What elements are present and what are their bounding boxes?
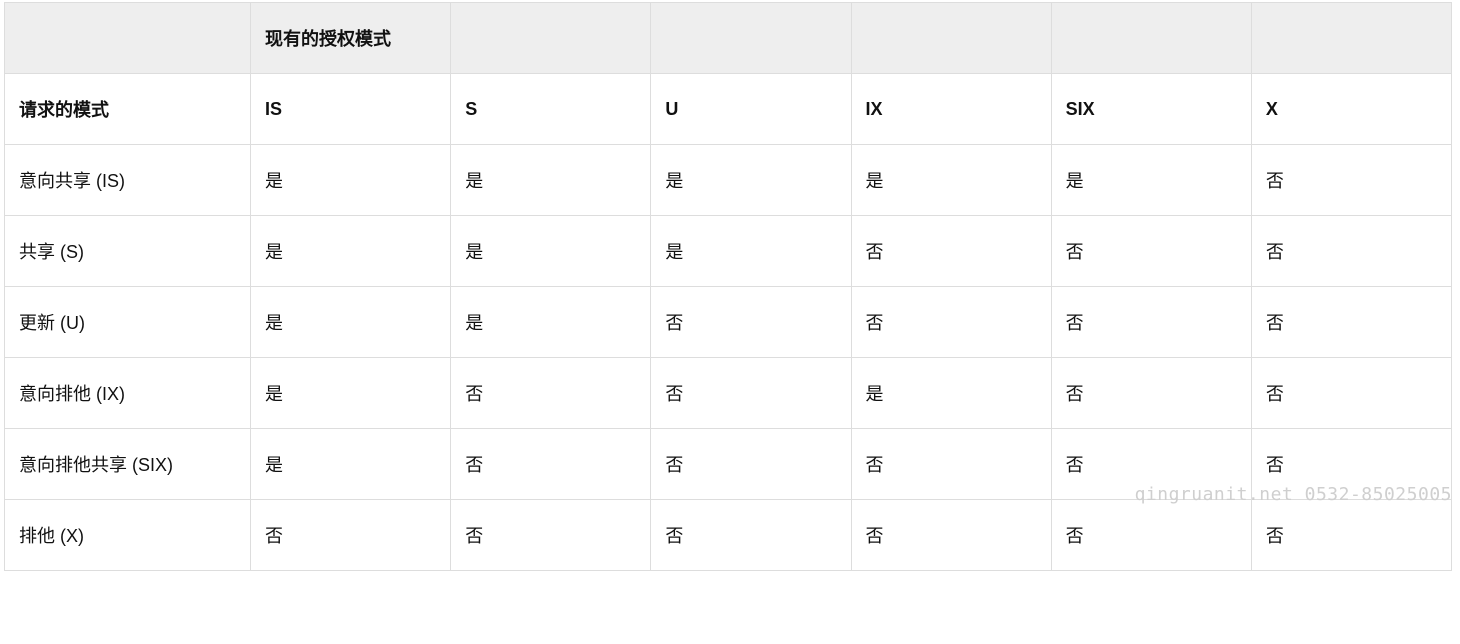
table-cell: 否 [851, 216, 1051, 287]
table-cell: 是 [251, 358, 451, 429]
row-label: 请求的模式 [5, 74, 251, 145]
table-row: 意向共享 (IS)是是是是是否 [5, 145, 1452, 216]
table-cell: 是 [851, 145, 1051, 216]
table-cell: 是 [651, 145, 851, 216]
table-cell: 否 [1251, 145, 1451, 216]
header-cell [1051, 3, 1251, 74]
table-cell: 否 [1051, 216, 1251, 287]
header-cell [651, 3, 851, 74]
table-cell: 否 [1251, 358, 1451, 429]
table-cell: 是 [651, 216, 851, 287]
table-cell: 否 [1051, 287, 1251, 358]
table-cell: 否 [451, 358, 651, 429]
table-cell: 否 [1251, 216, 1451, 287]
table-row: 请求的模式ISSUIXSIXX [5, 74, 1452, 145]
table-cell: 否 [651, 287, 851, 358]
table-cell: 否 [251, 500, 451, 571]
table-cell: 否 [1251, 429, 1451, 500]
table-cell: 否 [451, 429, 651, 500]
table-cell: 是 [451, 287, 651, 358]
table-cell: X [1251, 74, 1451, 145]
table-cell: IX [851, 74, 1051, 145]
table-cell: 否 [1251, 500, 1451, 571]
table-cell: 是 [251, 145, 451, 216]
table-cell: 否 [451, 500, 651, 571]
table-cell: IS [251, 74, 451, 145]
row-label: 共享 (S) [5, 216, 251, 287]
table-row: 更新 (U)是是否否否否 [5, 287, 1452, 358]
lock-compatibility-table: 现有的授权模式 请求的模式ISSUIXSIXX意向共享 (IS)是是是是是否共享… [4, 2, 1452, 571]
header-cell [5, 3, 251, 74]
table-cell: 否 [851, 287, 1051, 358]
table-cell: 是 [851, 358, 1051, 429]
header-cell: 现有的授权模式 [251, 3, 451, 74]
table-cell: 是 [251, 287, 451, 358]
header-cell [451, 3, 651, 74]
row-label: 意向排他共享 (SIX) [5, 429, 251, 500]
table-cell: 否 [651, 500, 851, 571]
header-cell [1251, 3, 1451, 74]
table-cell: 否 [1251, 287, 1451, 358]
table-cell: 否 [651, 358, 851, 429]
row-label: 意向排他 (IX) [5, 358, 251, 429]
table-cell: SIX [1051, 74, 1251, 145]
table-cell: 否 [851, 500, 1051, 571]
table-cell: 否 [1051, 358, 1251, 429]
table-cell: 是 [251, 216, 451, 287]
row-label: 意向共享 (IS) [5, 145, 251, 216]
table-row: 意向排他 (IX)是否否是否否 [5, 358, 1452, 429]
table-row: 意向排他共享 (SIX)是否否否否否 [5, 429, 1452, 500]
table-cell: 是 [1051, 145, 1251, 216]
table-cell: S [451, 74, 651, 145]
table-row: 排他 (X)否否否否否否 [5, 500, 1452, 571]
table-row: 共享 (S)是是是否否否 [5, 216, 1452, 287]
row-label: 更新 (U) [5, 287, 251, 358]
table-cell: 是 [251, 429, 451, 500]
table-cell: U [651, 74, 851, 145]
header-cell [851, 3, 1051, 74]
row-label: 排他 (X) [5, 500, 251, 571]
table-cell: 否 [1051, 429, 1251, 500]
table-header-row: 现有的授权模式 [5, 3, 1452, 74]
table-cell: 否 [1051, 500, 1251, 571]
table-cell: 否 [651, 429, 851, 500]
table-cell: 否 [851, 429, 1051, 500]
table-cell: 是 [451, 145, 651, 216]
table-cell: 是 [451, 216, 651, 287]
